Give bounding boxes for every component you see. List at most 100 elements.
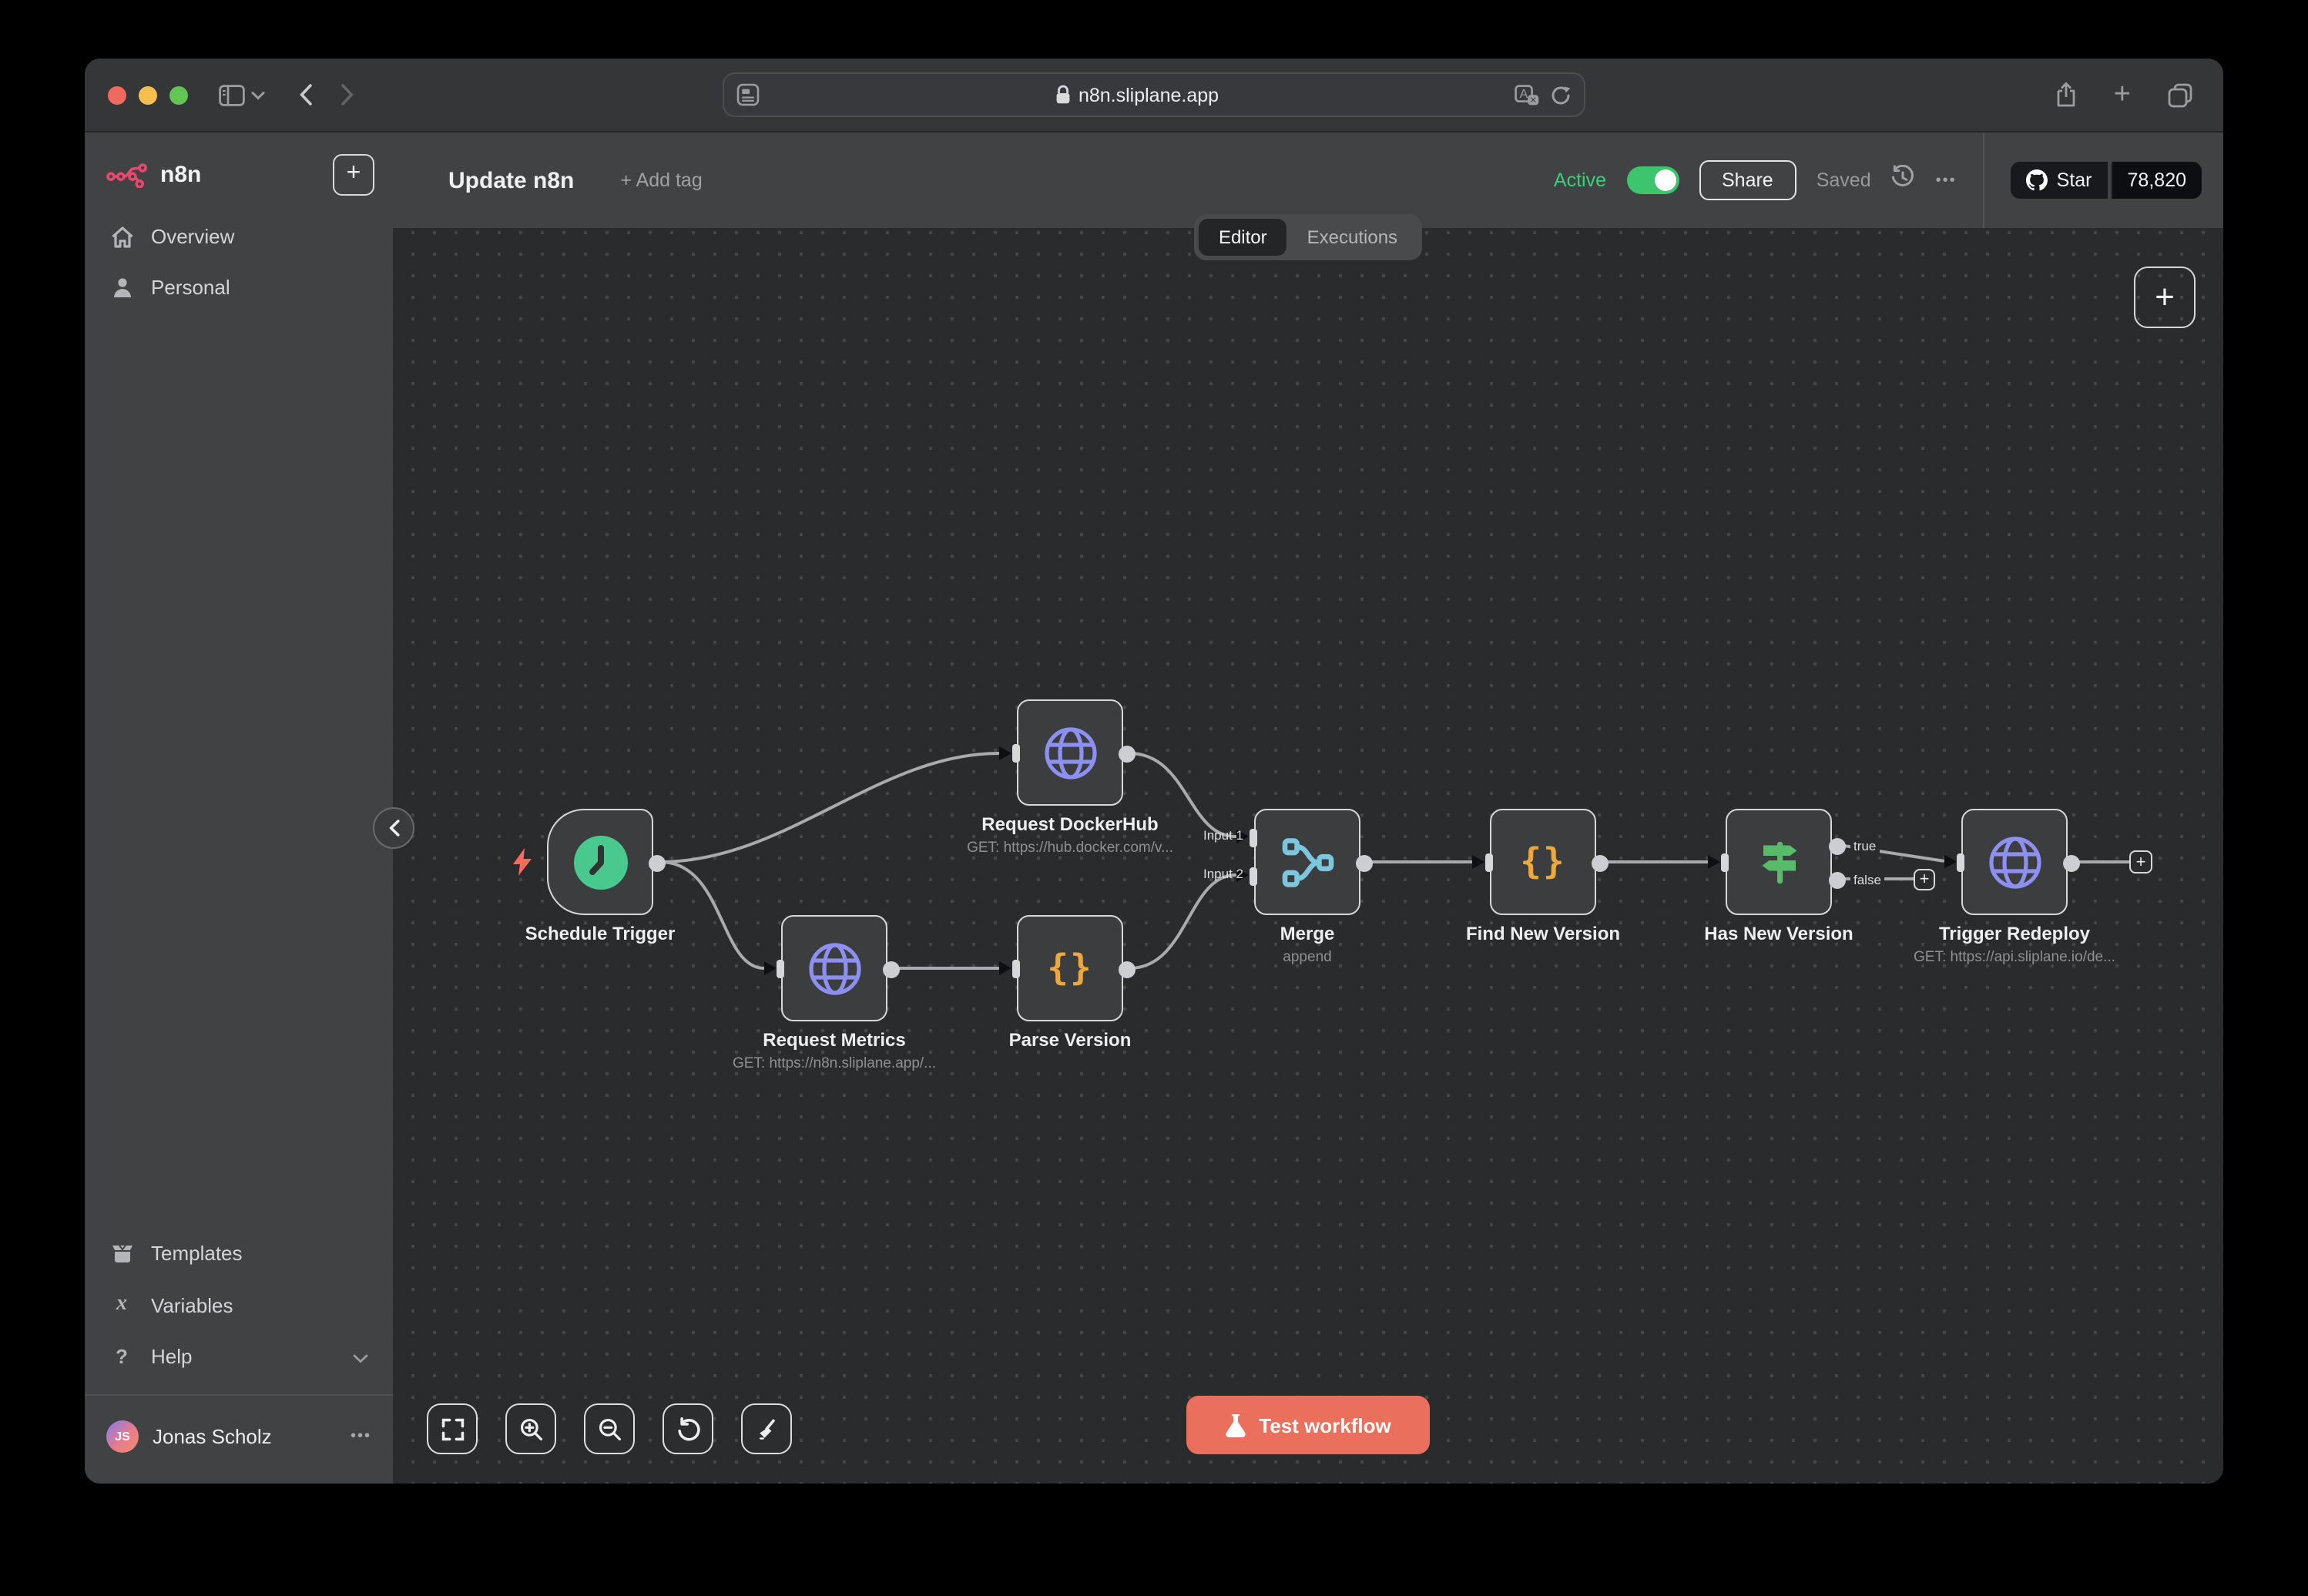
- more-options-button[interactable]: •••: [1936, 172, 1957, 189]
- node-request-dockerhub[interactable]: Request DockerHub GET: https://hub.docke…: [1017, 699, 1123, 806]
- node-title: Schedule Trigger: [525, 923, 676, 944]
- globe-icon: [1039, 722, 1101, 783]
- share-button[interactable]: Share: [1699, 160, 1796, 200]
- star-count: 78,820: [2111, 162, 2202, 199]
- input-port[interactable]: [777, 960, 784, 978]
- node-subtitle: GET: https://api.sliplane.io/de...: [1914, 949, 2115, 966]
- output-true-label: true: [1850, 837, 1879, 853]
- node-title: Parse Version: [1009, 1029, 1132, 1051]
- braces-icon: {}: [1520, 842, 1565, 882]
- sidebar-item-label: Personal: [151, 276, 230, 299]
- node-title: Find New Version: [1466, 923, 1620, 944]
- signpost-icon: [1751, 834, 1806, 890]
- test-workflow-button[interactable]: Test workflow: [1186, 1396, 1430, 1454]
- box-icon: [109, 1243, 134, 1263]
- chevron-down-icon[interactable]: [251, 90, 265, 99]
- input-port[interactable]: [1012, 744, 1020, 763]
- node-title: Has New Version: [1704, 923, 1853, 944]
- tab-editor[interactable]: Editor: [1199, 219, 1287, 256]
- add-node-after-redeploy-button[interactable]: +: [2129, 850, 2152, 873]
- add-node-false-branch-button[interactable]: +: [1914, 868, 1935, 890]
- tab-overview-icon[interactable]: [2168, 82, 2192, 107]
- globe-icon: [803, 937, 865, 999]
- sidebar-item-overview[interactable]: Overview: [85, 211, 393, 262]
- history-icon[interactable]: [1891, 164, 1916, 196]
- sidebar-item-label: Help: [151, 1345, 193, 1368]
- translate-icon[interactable]: A✕: [1515, 84, 1539, 106]
- github-icon: [2026, 169, 2048, 191]
- output-port[interactable]: [1592, 855, 1609, 872]
- node-subtitle: append: [1283, 949, 1331, 966]
- add-node-button[interactable]: +: [2134, 267, 2196, 328]
- user-more-button[interactable]: •••: [351, 1428, 371, 1445]
- input-port[interactable]: [1721, 853, 1729, 872]
- node-parse-version[interactable]: {} Parse Version: [1017, 915, 1123, 1021]
- back-button[interactable]: [299, 83, 313, 106]
- output-port[interactable]: [1119, 961, 1136, 978]
- output-port[interactable]: [2063, 855, 2080, 872]
- forward-button[interactable]: [340, 83, 354, 106]
- github-star-widget[interactable]: Star 78,820: [2011, 162, 2202, 199]
- view-tabs: Editor Executions: [1194, 214, 1422, 260]
- node-request-metrics[interactable]: Request Metrics GET: https://n8n.sliplan…: [781, 915, 887, 1021]
- node-find-new-version[interactable]: {} Find New Version: [1490, 809, 1596, 915]
- chevron-down-icon: [353, 1345, 368, 1368]
- test-workflow-label: Test workflow: [1259, 1413, 1391, 1437]
- sidebar-toggle-icon[interactable]: [219, 84, 245, 106]
- lock-icon: [1055, 85, 1071, 105]
- workflow-canvas[interactable]: Editor Executions: [393, 228, 2223, 1484]
- output-port-true[interactable]: [1829, 838, 1846, 855]
- user-menu[interactable]: JS Jonas Scholz •••: [85, 1394, 393, 1484]
- divider: [1983, 132, 1984, 228]
- active-toggle[interactable]: [1626, 166, 1679, 194]
- input-port-2[interactable]: [1250, 867, 1257, 886]
- active-label: Active: [1554, 169, 1606, 191]
- zoom-in-button[interactable]: [505, 1403, 556, 1454]
- output-port[interactable]: [1119, 746, 1136, 763]
- fit-view-button[interactable]: [427, 1403, 478, 1454]
- sidebar-item-personal[interactable]: Personal: [85, 262, 393, 313]
- merge-icon: [1280, 834, 1335, 890]
- node-schedule-trigger[interactable]: Schedule Trigger: [547, 809, 653, 915]
- input-1-label: Input 1: [1203, 827, 1243, 843]
- node-merge[interactable]: Input 1 Input 2 Merge append: [1254, 809, 1360, 915]
- output-port[interactable]: [649, 855, 666, 872]
- sidebar-item-label: Overview: [151, 225, 234, 248]
- tab-executions[interactable]: Executions: [1287, 219, 1417, 256]
- node-has-new-version[interactable]: true false Has New Version: [1726, 809, 1832, 915]
- output-port[interactable]: [1356, 855, 1373, 872]
- browser-window: n8n.sliplane.app A✕ +: [85, 59, 2223, 1484]
- add-tag-button[interactable]: + Add tag: [620, 169, 702, 191]
- variable-x-icon: x: [109, 1293, 134, 1317]
- reset-zoom-button[interactable]: [663, 1403, 713, 1454]
- maximize-button[interactable]: [169, 86, 188, 104]
- node-subtitle: GET: https://n8n.sliplane.app/...: [733, 1055, 936, 1072]
- output-port-false[interactable]: [1829, 872, 1846, 889]
- tidy-up-button[interactable]: [741, 1403, 792, 1454]
- workflow-title[interactable]: Update n8n: [448, 167, 574, 193]
- input-port[interactable]: [1957, 853, 1964, 872]
- input-port[interactable]: [1012, 960, 1020, 978]
- minimize-button[interactable]: [139, 86, 157, 104]
- reload-icon[interactable]: [1550, 84, 1572, 106]
- input-port-1[interactable]: [1250, 829, 1257, 847]
- sidebar-item-templates[interactable]: Templates: [85, 1228, 393, 1279]
- output-port[interactable]: [883, 961, 900, 978]
- sidebar-item-help[interactable]: ? Help: [85, 1331, 393, 1382]
- input-port[interactable]: [1485, 853, 1493, 872]
- node-title: Request DockerHub: [981, 813, 1158, 835]
- new-workflow-button[interactable]: +: [333, 154, 374, 196]
- address-bar[interactable]: n8n.sliplane.app A✕: [723, 72, 1585, 117]
- zoom-out-button[interactable]: [584, 1403, 635, 1454]
- star-label: Star: [2057, 169, 2092, 191]
- share-icon[interactable]: [2055, 82, 2077, 108]
- close-button[interactable]: [108, 86, 126, 104]
- sidebar-collapse-button[interactable]: [373, 807, 414, 849]
- sidebar-item-label: Variables: [151, 1293, 233, 1316]
- avatar: JS: [106, 1420, 139, 1453]
- node-trigger-redeploy[interactable]: Trigger Redeploy GET: https://api.slipla…: [1961, 809, 2068, 915]
- sidebar-item-variables[interactable]: x Variables: [85, 1279, 393, 1331]
- new-tab-icon[interactable]: +: [2114, 78, 2131, 112]
- clock-icon: [571, 833, 629, 891]
- page-settings-icon[interactable]: [736, 83, 760, 106]
